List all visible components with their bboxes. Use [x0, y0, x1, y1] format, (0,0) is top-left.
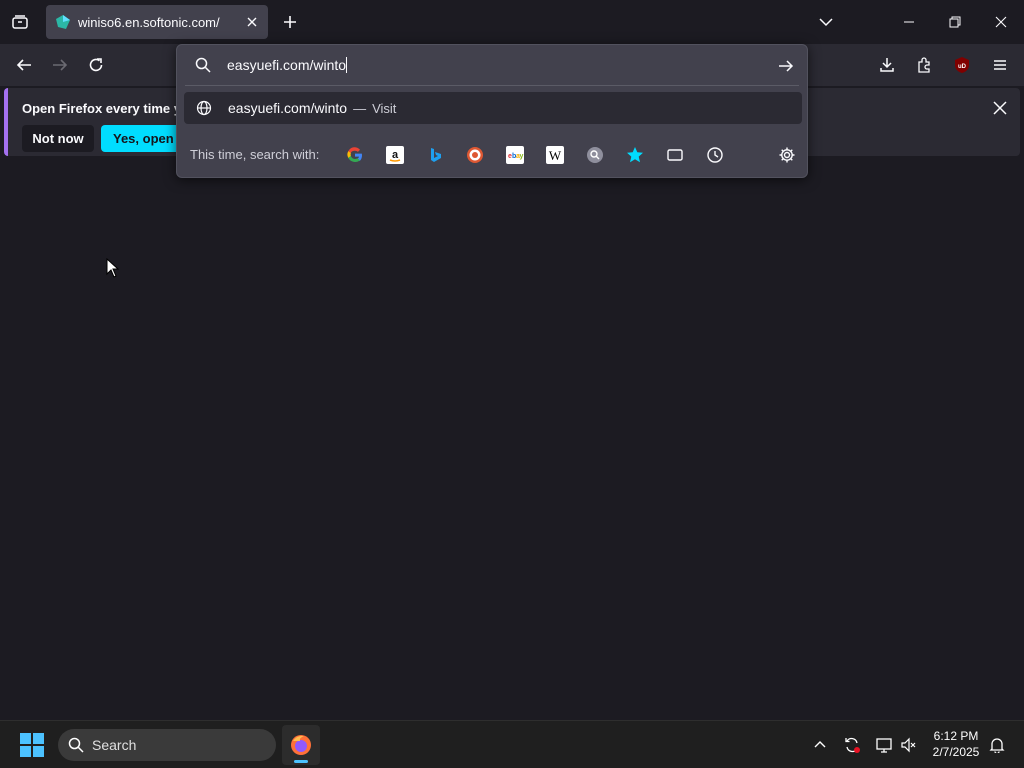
- search-icon: [195, 57, 211, 73]
- urlbar-input[interactable]: easyuefi.com/winto: [177, 45, 807, 85]
- svg-text:a: a: [392, 149, 399, 161]
- mouse-cursor-icon: [106, 258, 120, 278]
- search-settings-gear-icon[interactable]: [775, 143, 799, 167]
- bookmarks-star-icon[interactable]: [623, 143, 647, 167]
- urlbar-divider: [185, 85, 799, 86]
- downloads-icon[interactable]: [871, 49, 903, 81]
- back-arrow-icon[interactable]: [8, 49, 40, 81]
- ublock-origin-icon[interactable]: uD: [946, 49, 978, 81]
- tabs-icon[interactable]: [663, 143, 687, 167]
- google-icon[interactable]: [343, 143, 367, 167]
- firefox-taskbar-button[interactable]: [282, 725, 320, 765]
- search-engine-icon[interactable]: [583, 143, 607, 167]
- firefox-icon: [291, 735, 311, 755]
- taskbar-clock[interactable]: 6:12 PM 2/7/2025: [928, 728, 984, 760]
- windows-taskbar: Search 6:12 PM 2/7/2025: [0, 720, 1024, 768]
- bing-icon[interactable]: [423, 143, 447, 167]
- tab-close-icon[interactable]: [240, 10, 264, 34]
- softonic-favicon-icon: [56, 15, 70, 29]
- active-app-indicator: [294, 760, 308, 763]
- svg-text:y: y: [520, 153, 524, 160]
- show-hidden-icons-chevron-icon[interactable]: [808, 733, 832, 757]
- close-window-icon[interactable]: [987, 8, 1015, 36]
- sync-update-icon[interactable]: [840, 733, 864, 757]
- windows-start-icon[interactable]: [20, 733, 44, 757]
- globe-icon: [196, 100, 212, 116]
- forward-arrow-icon[interactable]: [44, 49, 76, 81]
- extensions-puzzle-icon[interactable]: [908, 49, 940, 81]
- duckduckgo-icon[interactable]: [463, 143, 487, 167]
- reload-icon[interactable]: [80, 49, 112, 81]
- history-clock-icon[interactable]: [703, 143, 727, 167]
- svg-text:uD: uD: [958, 64, 967, 70]
- ebay-icon[interactable]: ebay: [503, 143, 527, 167]
- minimize-icon[interactable]: [895, 8, 923, 36]
- search-engine-shortcuts: This time, search with: a ebay W: [177, 137, 807, 173]
- notifications-bell-icon[interactable]: [985, 733, 1009, 757]
- new-tab-plus-icon[interactable]: [276, 8, 304, 36]
- tab-active[interactable]: winiso6.en.softonic.com/: [46, 5, 268, 39]
- suggestion-url: easyuefi.com/winto: [228, 100, 348, 116]
- notification-message: Open Firefox every time you: [22, 101, 197, 116]
- taskbar-search-box[interactable]: Search: [58, 729, 276, 761]
- svg-text:W: W: [549, 148, 562, 163]
- urlbar-value[interactable]: easyuefi.com/winto: [227, 57, 346, 73]
- clock-date: 2/7/2025: [932, 745, 980, 759]
- amazon-icon[interactable]: a: [383, 143, 407, 167]
- not-now-button[interactable]: Not now: [22, 125, 94, 152]
- taskbar-search-icon: [68, 737, 84, 753]
- list-all-tabs-chevron-icon[interactable]: [812, 8, 840, 36]
- suggestion-action: Visit: [372, 100, 397, 116]
- go-arrow-icon[interactable]: [773, 53, 799, 79]
- volume-muted-icon[interactable]: [897, 733, 921, 757]
- urlbar-dropdown: easyuefi.com/winto easyuefi.com/winto — …: [176, 44, 808, 178]
- text-caret: [346, 57, 348, 73]
- clock-time: 6:12 PM: [933, 729, 979, 743]
- suggestion-separator: —: [353, 100, 367, 116]
- title-bar: winiso6.en.softonic.com/: [0, 0, 1024, 44]
- tab-list-icon[interactable]: [6, 8, 34, 36]
- restore-icon[interactable]: [941, 8, 969, 36]
- network-icon[interactable]: [872, 733, 896, 757]
- wikipedia-icon[interactable]: W: [543, 143, 567, 167]
- tab-title: winiso6.en.softonic.com/: [78, 14, 220, 30]
- notification-close-icon[interactable]: [988, 96, 1012, 120]
- search-with-label: This time, search with:: [190, 147, 320, 162]
- menu-hamburger-icon[interactable]: [984, 49, 1016, 81]
- taskbar-search-placeholder: Search: [92, 737, 137, 753]
- visit-suggestion-row[interactable]: easyuefi.com/winto — Visit: [184, 92, 802, 124]
